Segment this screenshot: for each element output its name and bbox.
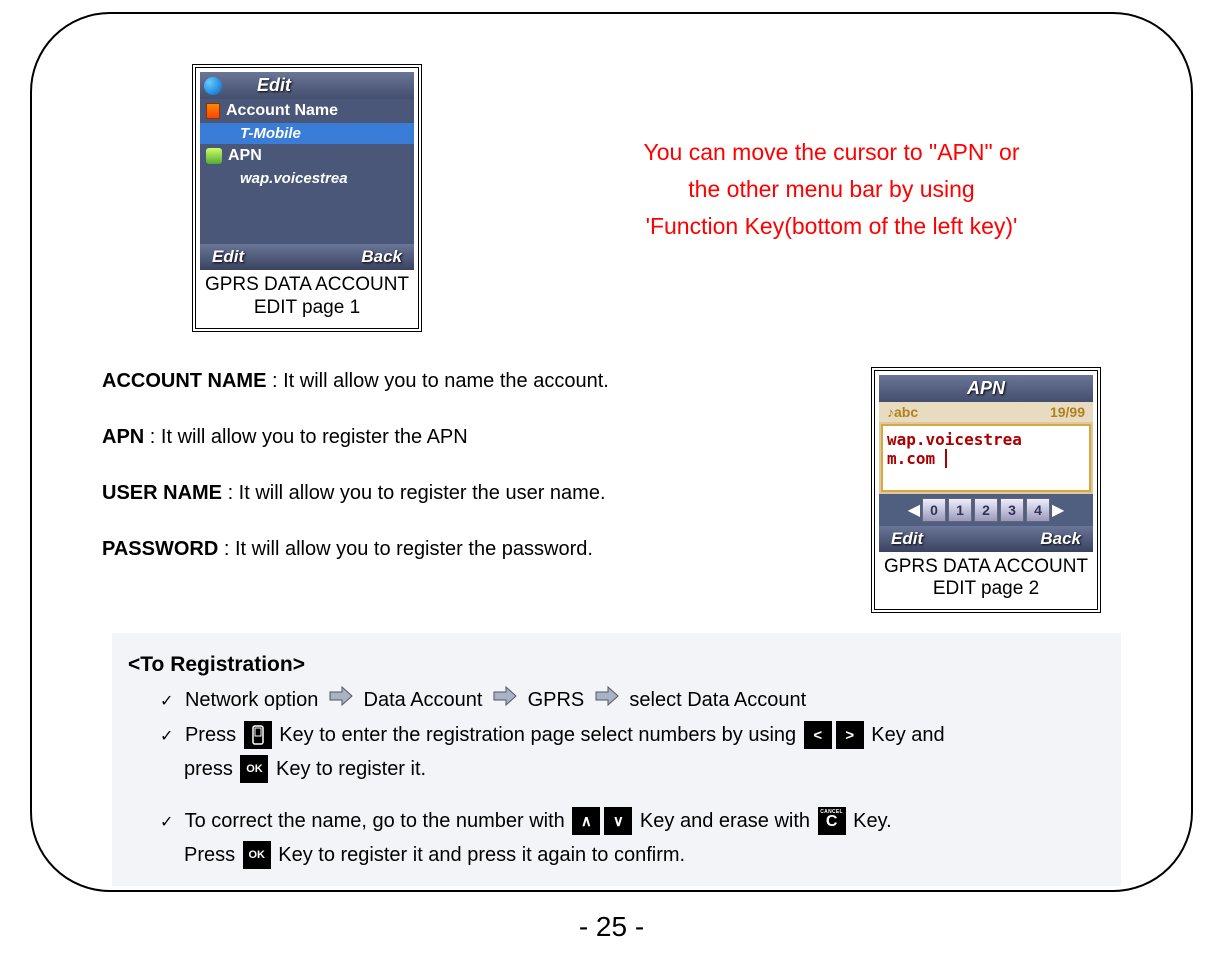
menu-item-tmobile: T-Mobile bbox=[200, 123, 414, 144]
def-apn-label: APN bbox=[102, 426, 144, 448]
up-key-icon: ∧ bbox=[572, 807, 600, 835]
document-icon bbox=[206, 103, 220, 119]
key-2: 2 bbox=[974, 498, 998, 522]
key-0: 0 bbox=[922, 498, 946, 522]
phone2-caption-l1: GPRS DATA ACCOUNT bbox=[881, 556, 1091, 579]
reg-line-4: To correct the name, go to the number wi… bbox=[160, 804, 1101, 838]
keypad-row: ◀ 0 1 2 3 4 ▶ bbox=[879, 494, 1093, 526]
page-number: - 25 - bbox=[0, 911, 1223, 943]
definitions: ACCOUNT NAME : It will allow you to name… bbox=[102, 367, 609, 614]
def-user-text: : It will allow you to register the user… bbox=[222, 482, 606, 504]
def-account-name-text: : It will allow you to name the account. bbox=[266, 370, 608, 392]
char-count: 19/99 bbox=[1050, 404, 1085, 420]
def-pass-label: PASSWORD bbox=[102, 538, 218, 560]
def-user-label: USER NAME bbox=[102, 482, 222, 504]
lock-icon bbox=[206, 148, 222, 164]
def-apn-text: : It will allow you to register the APN bbox=[144, 426, 467, 448]
menu-item-wap: wap.voicestrea bbox=[200, 168, 414, 189]
arrow-right-icon bbox=[594, 684, 620, 718]
menu-item-apn: APN bbox=[200, 144, 414, 168]
apn-text-input: wap.voicestrea m.com bbox=[881, 424, 1091, 492]
softkey-back: Back bbox=[361, 247, 402, 267]
ok-key-icon: OK bbox=[243, 841, 271, 869]
down-key-icon: ∨ bbox=[604, 807, 632, 835]
globe-icon bbox=[204, 77, 222, 95]
softkey-edit: Edit bbox=[212, 247, 244, 267]
reg-line-2: Press Key to enter the registration page… bbox=[160, 718, 1101, 752]
phone2-caption-l2: EDIT page 2 bbox=[881, 578, 1091, 601]
reg-line-5: Press OK Key to register it and press it… bbox=[184, 838, 1101, 872]
def-pass-text: : It will allow you to register the pass… bbox=[218, 538, 593, 560]
softkey2-edit: Edit bbox=[891, 529, 923, 549]
red-note: You can move the cursor to "APN" or the … bbox=[532, 134, 1131, 244]
reg-line-1: Network option Data Account GPRS select … bbox=[160, 683, 1101, 718]
def-account-name-label: ACCOUNT NAME bbox=[102, 370, 266, 392]
input-mode: ♪abc bbox=[887, 404, 918, 420]
phone1-header: Edit bbox=[200, 72, 414, 99]
key-1: 1 bbox=[948, 498, 972, 522]
nav-left-icon: ◀ bbox=[908, 500, 920, 520]
phone1-caption-l1: GPRS DATA ACCOUNT bbox=[202, 274, 412, 297]
registration-box: <To Registration> Network option Data Ac… bbox=[112, 633, 1121, 885]
arrow-right-icon bbox=[328, 684, 354, 718]
reg-title: <To Registration> bbox=[128, 647, 1101, 683]
key-4: 4 bbox=[1026, 498, 1050, 522]
reg-line-3: press OK Key to register it. bbox=[184, 752, 1101, 786]
phone-key-icon bbox=[244, 721, 272, 749]
phone1-caption-l2: EDIT page 1 bbox=[202, 297, 412, 320]
page-border: Edit Account Name T-Mobile APN wap.voice… bbox=[30, 12, 1193, 892]
right-key-icon: > bbox=[836, 721, 864, 749]
ok-key-icon: OK bbox=[240, 755, 268, 783]
phone-screenshot-2: APN ♪abc 19/99 wap.voicestrea m.com ◀ 0 … bbox=[871, 367, 1101, 614]
phone-screenshot-1: Edit Account Name T-Mobile APN wap.voice… bbox=[192, 64, 422, 332]
menu-item-account-name: Account Name bbox=[200, 99, 414, 123]
key-3: 3 bbox=[1000, 498, 1024, 522]
phone2-header: APN bbox=[879, 375, 1093, 402]
arrow-right-icon bbox=[492, 684, 518, 718]
top-row: Edit Account Name T-Mobile APN wap.voice… bbox=[92, 64, 1131, 332]
left-key-icon: < bbox=[804, 721, 832, 749]
mid-section: ACCOUNT NAME : It will allow you to name… bbox=[92, 367, 1131, 614]
cancel-key-icon: CANCELC bbox=[818, 807, 846, 835]
phone1-title: Edit bbox=[257, 75, 291, 96]
nav-right-icon: ▶ bbox=[1052, 500, 1064, 520]
softkey2-back: Back bbox=[1040, 529, 1081, 549]
